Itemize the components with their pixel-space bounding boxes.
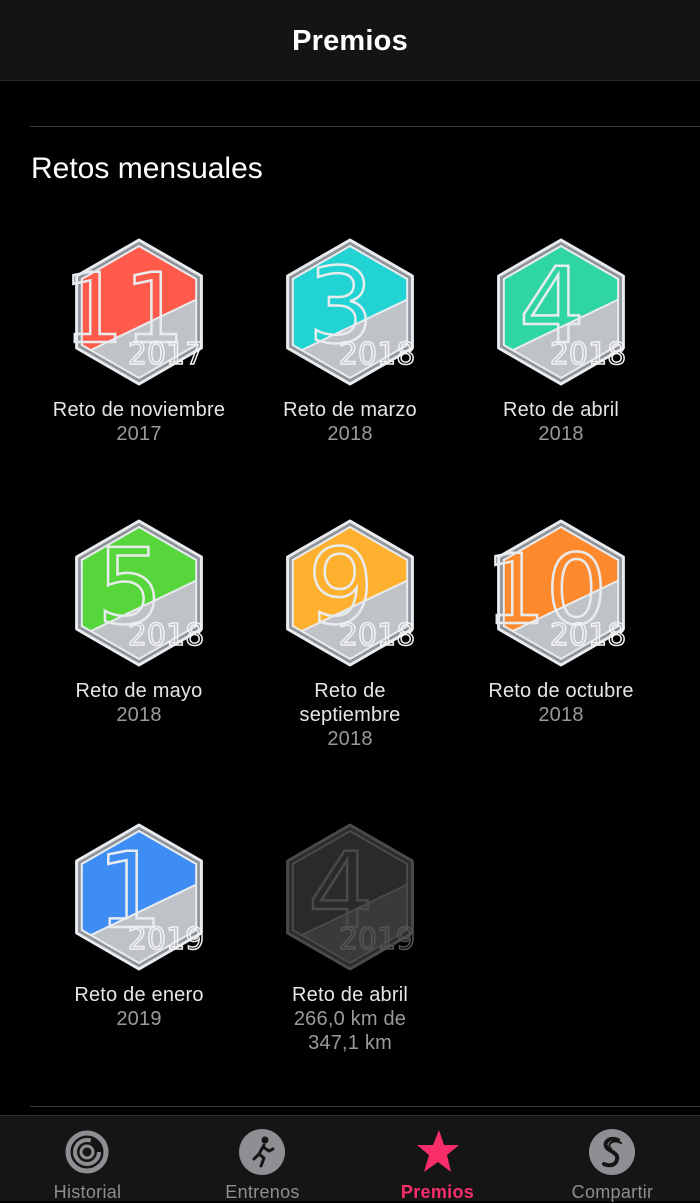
tab-compartir[interactable]: Compartir (525, 1116, 700, 1202)
award-subtitle: 2018 (327, 423, 373, 445)
award-subtitle: 2018 (538, 704, 584, 726)
award-item[interactable]: 5 2018 Reto de mayo 2018 (34, 513, 244, 727)
badge-year: 2017 (128, 337, 204, 372)
badge-hexagon-icon: 12019 (75, 823, 205, 971)
award-title: Reto de marzo (283, 399, 417, 421)
tab-bar: Historial Entrenos Premios Compartir (0, 1115, 700, 1202)
award-subtitle: 2018 (538, 423, 584, 445)
nav-header: Premios (0, 0, 700, 81)
award-subtitle: 2018 (327, 728, 373, 750)
award-item[interactable]: 4 2019 Reto de abril 266,0 km de 347,1 km (245, 817, 455, 1055)
badge-hexagon-icon: 92018 (286, 519, 416, 667)
running-figure-icon (239, 1129, 285, 1175)
section-title: Retos mensuales (31, 152, 263, 185)
badge-hexagon-icon: 42018 (497, 238, 627, 386)
award-item[interactable]: 4 2018 Reto de abril 2018 (456, 232, 666, 446)
badge-year: 2018 (339, 337, 415, 372)
tab-premios[interactable]: Premios (350, 1116, 525, 1202)
award-title: Reto de enero (74, 984, 204, 1006)
activity-rings-icon (65, 1130, 109, 1174)
badge-year: 2019 (128, 922, 204, 957)
star-award-icon (417, 1130, 459, 1172)
award-title: Reto de abril (503, 399, 619, 421)
award-title: Reto de noviembre (52, 399, 226, 421)
badge-hexagon-icon: 52018 (75, 519, 205, 667)
badge-hexagon-icon: 32018 (286, 238, 416, 386)
tab-entrenos[interactable]: Entrenos (175, 1116, 350, 1202)
badge-hexagon-icon: 112017 (66, 238, 205, 386)
badge-year: 2018 (339, 618, 415, 653)
award-item[interactable]: 1 2019 Reto de enero 2019 (34, 817, 244, 1031)
award-title: Reto de octubre (488, 680, 634, 702)
award-title: Reto de abril (292, 984, 408, 1006)
badge-year: 2018 (128, 618, 204, 653)
award-subtitle: 2019 (116, 1008, 162, 1030)
badge-hexagon-icon: 42019 (286, 823, 416, 971)
award-item[interactable]: 3 2018 Reto de marzo 2018 (245, 232, 455, 446)
section-divider-top (30, 126, 700, 127)
page-title: Premios (292, 24, 408, 57)
award-title: Reto de septiembre (299, 680, 401, 726)
award-title: Reto de mayo (75, 680, 203, 702)
award-subtitle: 2017 (116, 423, 162, 445)
badge-year: 2018 (550, 337, 626, 372)
award-subtitle: 2018 (116, 704, 162, 726)
award-subtitle: 266,0 km de 347,1 km (293, 1008, 407, 1054)
award-item[interactable]: 10 2018 Reto de octubre 2018 (456, 513, 666, 727)
sharing-icon (589, 1129, 635, 1175)
badge-year: 2018 (550, 618, 626, 653)
award-item[interactable]: 11 2017 Reto de noviembre 2017 (34, 232, 244, 446)
badge-hexagon-icon: 102018 (488, 519, 627, 667)
badge-year: 2019 (339, 922, 415, 957)
section-divider-bottom (30, 1106, 700, 1107)
award-item[interactable]: 9 2018 Reto de septiembre 2018 (245, 513, 455, 751)
tab-historial[interactable]: Historial (0, 1116, 175, 1202)
